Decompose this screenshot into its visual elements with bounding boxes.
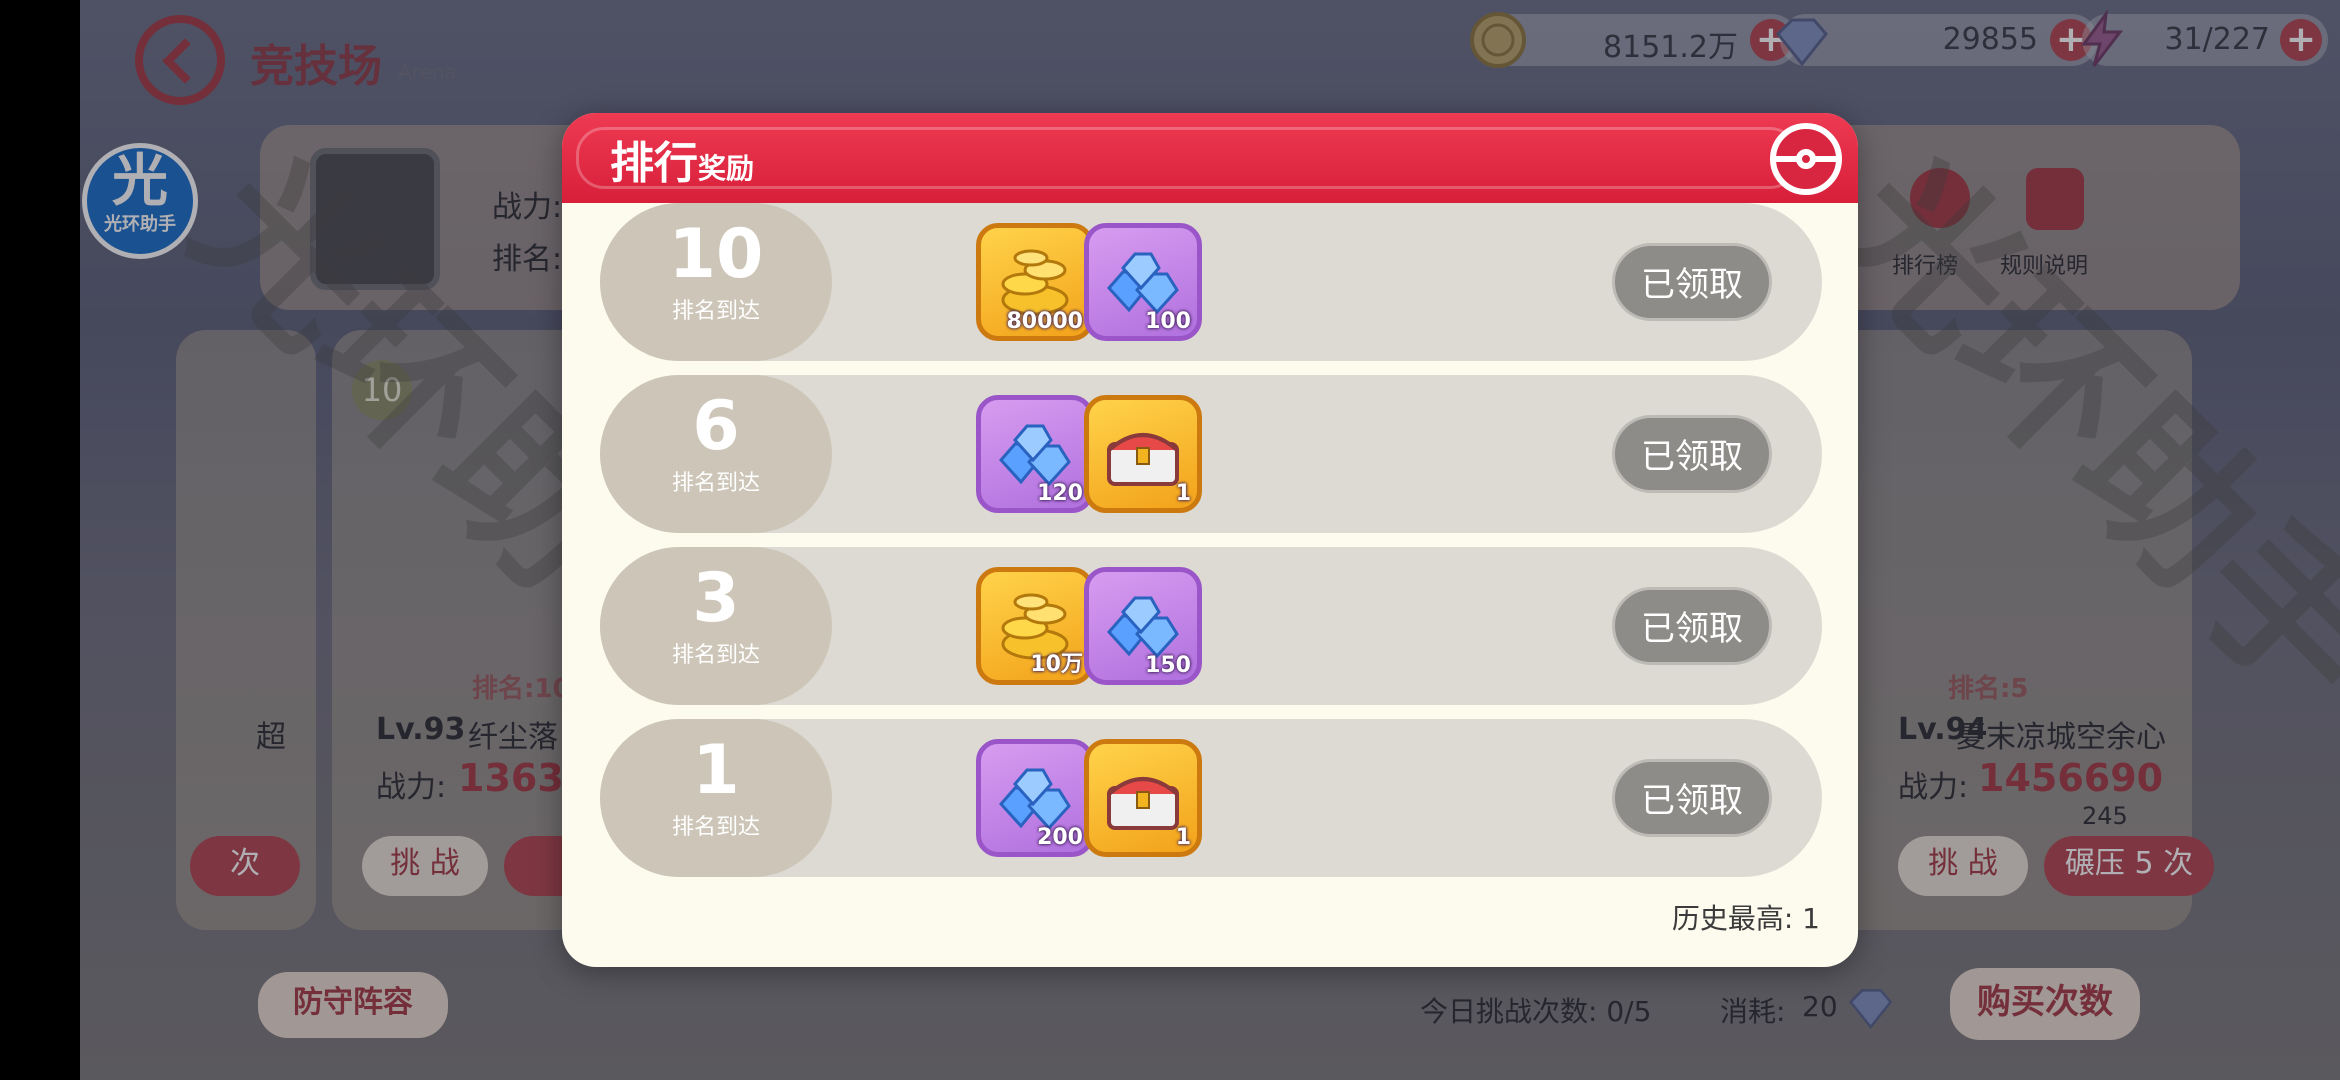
treasure-chest-reward[interactable]: 1	[1084, 395, 1202, 513]
reward-row: 3 排名到达 10万 150 已领取	[600, 547, 1822, 705]
rank-badge: 3 排名到达	[600, 547, 832, 705]
modal-title: 排行奖励	[610, 127, 754, 191]
reward-row: 6 排名到达 120 1 已领取	[600, 375, 1822, 533]
claimed-button[interactable]: 已领取	[1612, 243, 1772, 321]
rank-number: 3	[692, 559, 740, 638]
close-button[interactable]	[1770, 123, 1842, 195]
rank-number: 10	[668, 215, 764, 294]
diamond-pile-reward[interactable]: 120	[976, 395, 1094, 513]
diamond-pile-reward[interactable]: 100	[1084, 223, 1202, 341]
diamond-pile-reward[interactable]: 200	[976, 739, 1094, 857]
reward-count: 80000	[1006, 309, 1083, 334]
coin-pile-reward[interactable]: 10万	[976, 567, 1094, 685]
reward-row: 10 排名到达 80000 100 已领取	[600, 203, 1822, 361]
modal-title-main: 排行	[610, 138, 698, 189]
rank-badge: 10 排名到达	[600, 203, 832, 361]
reward-count: 1	[1175, 825, 1191, 850]
rank-number: 1	[692, 731, 740, 810]
modal-title-sub: 奖励	[698, 152, 755, 185]
claimed-button[interactable]: 已领取	[1612, 415, 1772, 493]
rank-label: 排名到达	[671, 643, 760, 668]
reward-row: 1 排名到达 200 1 已领取	[600, 719, 1822, 877]
coin-pile-reward[interactable]: 80000	[976, 223, 1094, 341]
reward-count: 100	[1145, 309, 1191, 334]
reward-count: 200	[1037, 825, 1083, 850]
reward-count: 1	[1175, 481, 1191, 506]
reward-count: 150	[1145, 653, 1191, 678]
treasure-chest-reward[interactable]: 1	[1084, 739, 1202, 857]
diamond-pile-reward[interactable]: 150	[1084, 567, 1202, 685]
claimed-button[interactable]: 已领取	[1612, 759, 1772, 837]
history-best: 历史最高: 1	[1671, 902, 1820, 935]
reward-count: 120	[1037, 481, 1083, 506]
rank-label: 排名到达	[671, 299, 760, 324]
rank-badge: 1 排名到达	[600, 719, 832, 877]
rank-badge: 6 排名到达	[600, 375, 832, 533]
rank-label: 排名到达	[671, 471, 760, 496]
claimed-button[interactable]: 已领取	[1612, 587, 1772, 665]
rank-number: 6	[692, 387, 740, 466]
rank-label: 排名到达	[671, 815, 760, 840]
modal-header: 排行奖励	[562, 113, 1858, 203]
ranking-rewards-modal: 排行奖励 10 排名到达 80000 100 已领取 6 排名到达 120 1 …	[562, 113, 1858, 967]
reward-count: 10万	[1030, 652, 1083, 677]
reward-list[interactable]: 10 排名到达 80000 100 已领取 6 排名到达 120 1 已领取 3…	[562, 203, 1858, 967]
